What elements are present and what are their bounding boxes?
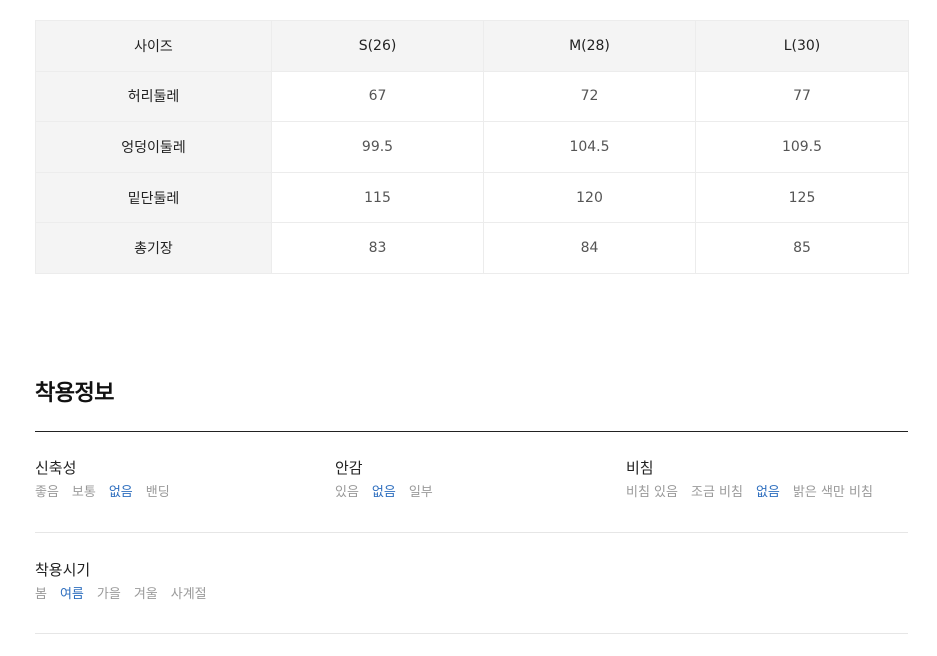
attr-option: 있음 <box>335 485 359 500</box>
attr-option: 밴딩 <box>145 485 170 500</box>
size-chart-header-row: 사이즈 S(26) M(28) L(30) <box>35 20 909 72</box>
attr-sheerness: 비침 비침 있음 조금 비침 없음 밝은 색만 비침 <box>626 458 886 501</box>
table-row: 허리둘레 67 72 77 <box>35 70 909 123</box>
table-cell: 125 <box>695 171 909 224</box>
section-divider <box>35 431 908 432</box>
attr-label: 비침 <box>626 459 654 477</box>
table-cell: 115 <box>271 171 484 224</box>
size-header-l: L(30) <box>695 20 909 72</box>
attr-option: 비침 있음 <box>626 485 678 500</box>
attr-options: 있음 없음 일부 <box>335 485 446 501</box>
measure-label-hem: 밑단둘레 <box>35 171 272 224</box>
row-divider <box>35 532 908 533</box>
attr-options: 좋음 보통 없음 밴딩 <box>35 485 183 501</box>
table-row: 총기장 83 84 85 <box>35 222 909 274</box>
attr-label: 착용시기 <box>35 561 91 579</box>
row-divider <box>35 633 908 634</box>
attr-season: 착용시기 봄 여름 가을 겨울 사계절 <box>35 560 220 603</box>
attr-options: 비침 있음 조금 비침 없음 밝은 색만 비침 <box>626 485 886 501</box>
attr-lining: 안감 있음 없음 일부 <box>335 458 446 501</box>
size-header-label: 사이즈 <box>35 20 272 72</box>
measure-label-waist: 허리둘레 <box>35 70 272 123</box>
table-cell: 84 <box>483 222 696 274</box>
table-cell: 72 <box>483 70 696 123</box>
table-cell: 83 <box>271 222 484 274</box>
table-cell: 77 <box>695 70 909 123</box>
attr-option: 없음 <box>755 485 780 500</box>
attr-label: 신축성 <box>35 459 77 477</box>
table-cell: 109.5 <box>695 121 909 173</box>
attr-option: 조금 비침 <box>690 485 743 500</box>
table-row: 엉덩이둘레 99.5 104.5 109.5 <box>35 121 909 173</box>
measure-label-length: 총기장 <box>35 222 272 274</box>
attr-option: 여름 <box>59 587 84 602</box>
measure-label-hip: 엉덩이둘레 <box>35 121 272 173</box>
size-chart-table: 사이즈 S(26) M(28) L(30) 허리둘레 67 72 77 엉덩이둘… <box>35 20 909 274</box>
attr-stretch: 신축성 좋음 보통 없음 밴딩 <box>35 458 183 501</box>
attr-option: 보통 <box>71 485 96 500</box>
size-header-s: S(26) <box>271 20 484 72</box>
attr-label: 안감 <box>335 459 363 477</box>
attr-option: 없음 <box>108 485 133 500</box>
size-header-m: M(28) <box>483 20 696 72</box>
attr-options: 봄 여름 가을 겨울 사계절 <box>35 587 220 603</box>
attr-option: 봄 <box>35 587 47 602</box>
attr-option: 가을 <box>96 587 121 602</box>
table-row: 밑단둘레 115 120 125 <box>35 171 909 224</box>
attr-option: 없음 <box>371 485 396 500</box>
attr-option: 겨울 <box>133 587 158 602</box>
attr-option: 사계절 <box>170 587 207 602</box>
table-cell: 104.5 <box>483 121 696 173</box>
attr-option: 밝은 색만 비침 <box>792 485 873 500</box>
table-cell: 67 <box>271 70 484 123</box>
table-cell: 99.5 <box>271 121 484 173</box>
wearing-info-title: 착용정보 <box>35 381 114 406</box>
attr-option: 일부 <box>408 485 433 500</box>
table-cell: 85 <box>695 222 909 274</box>
attr-option: 좋음 <box>35 485 59 500</box>
table-cell: 120 <box>483 171 696 224</box>
